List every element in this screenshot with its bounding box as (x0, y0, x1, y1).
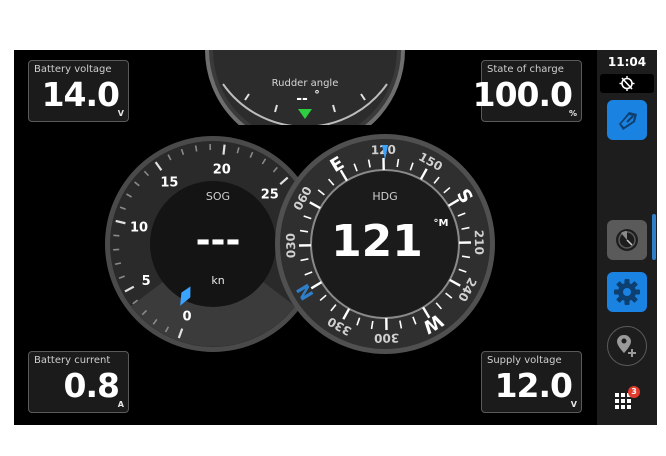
sog-tick-label: 20 (213, 163, 231, 178)
sidebar: 11:04 3 (597, 50, 657, 425)
compass-number: 030 (284, 233, 298, 258)
sog-label: SOG (206, 190, 230, 203)
mfd-screen: Rudder angle -- ° 051015202530 SOG --- k… (14, 50, 657, 425)
battery-voltage-label: Battery voltage (34, 64, 112, 75)
sog-tick-label: 15 (160, 176, 178, 191)
rudder-gauge[interactable]: Rudder angle -- ° (205, 50, 405, 125)
add-waypoint-button[interactable] (607, 326, 647, 366)
battery-current-label: Battery current (34, 355, 111, 366)
supply-voltage-unit: V (570, 400, 577, 409)
sidebar-scroll-indicator[interactable] (652, 214, 656, 260)
state-of-charge-label: State of charge (487, 64, 564, 75)
rudder-label: Rudder angle (272, 78, 339, 89)
sog-unit: kn (211, 274, 224, 287)
battery-voltage-unit: V (117, 109, 124, 118)
hdg-label: HDG (372, 190, 397, 203)
hdg-unit: °M (434, 218, 449, 229)
state-of-charge-value: 100.0 (472, 75, 573, 114)
chart-icon (619, 112, 637, 130)
add-waypoint-icon (617, 335, 636, 357)
state-of-charge-tile[interactable]: State of charge 100.0 % (473, 60, 582, 122)
battery-voltage-tile[interactable]: Battery voltage 14.0 V (28, 60, 129, 122)
badge-count: 3 (631, 387, 637, 396)
sog-value: --- (196, 220, 241, 261)
chart-button[interactable] (607, 100, 647, 140)
gps-status[interactable] (600, 74, 654, 93)
hdg-value: 121 (331, 216, 423, 267)
rudder-value: -- (296, 91, 308, 107)
sog-major-tick (222, 144, 226, 155)
radar-icon (616, 229, 638, 251)
battery-current-tile[interactable]: Battery current 0.8 A (28, 351, 129, 413)
radar-button[interactable] (607, 220, 647, 260)
state-of-charge-unit: % (568, 109, 577, 118)
hdg-compass[interactable]: NESW 030060120150210240300330 HDG 121 °M (273, 132, 497, 356)
sog-tick-label: 10 (130, 220, 148, 235)
supply-voltage-label: Supply voltage (487, 355, 562, 366)
gear-icon (614, 279, 640, 305)
sog-tick-label: 0 (182, 309, 191, 324)
rudder-unit: ° (314, 88, 320, 101)
no-gps-icon (619, 76, 635, 91)
battery-current-value: 0.8 (63, 366, 120, 405)
settings-button[interactable] (607, 272, 647, 312)
battery-current-unit: A (117, 400, 124, 409)
clock: 11:04 (607, 55, 647, 69)
battery-voltage-value: 14.0 (41, 75, 120, 114)
supply-voltage-tile[interactable]: Supply voltage 12.0 V (481, 351, 582, 413)
sog-minor-tick (113, 234, 120, 237)
sog-minor-tick (194, 145, 198, 152)
notification-badge: 3 (628, 386, 640, 398)
compass-number: 210 (472, 230, 486, 255)
compass-number: 300 (374, 331, 399, 345)
sog-tick-label: 5 (142, 274, 151, 289)
supply-voltage-value: 12.0 (494, 366, 573, 405)
apps-button[interactable]: 3 (611, 383, 645, 417)
